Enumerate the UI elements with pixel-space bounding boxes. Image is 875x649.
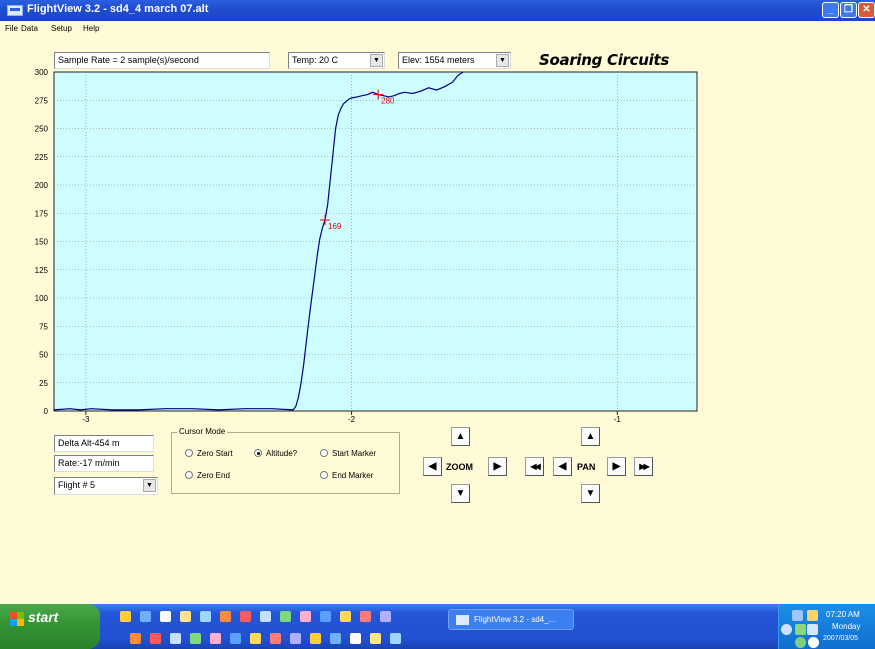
quick-launch-icon[interactable] [250, 633, 261, 644]
radio-dot-icon [185, 449, 193, 457]
quick-launch-icon[interactable] [160, 611, 171, 622]
quick-launch-icon[interactable] [390, 633, 401, 644]
quick-launch-icon[interactable] [150, 633, 161, 644]
rate-field: Rate:-17 m/min [54, 455, 154, 472]
quick-launch-icon[interactable] [370, 633, 381, 644]
quick-launch-icon[interactable] [170, 633, 181, 644]
x-tick-label: -3 [82, 415, 90, 424]
quick-launch-icon[interactable] [140, 611, 151, 622]
windows-logo-icon [10, 612, 24, 626]
y-tick-label: 100 [35, 294, 49, 303]
quick-launch-icon[interactable] [350, 633, 361, 644]
end-marker-label: End Marker [332, 471, 374, 480]
pan-left-button[interactable]: ◀ [553, 457, 572, 476]
y-tick-label: 275 [35, 96, 49, 105]
quick-launch-icon[interactable] [130, 633, 141, 644]
update-icon[interactable] [795, 637, 806, 648]
altitude-label: Altitude? [266, 449, 298, 458]
y-tick-label: 75 [39, 322, 48, 331]
radio-end-marker[interactable]: End Marker [320, 471, 373, 480]
radio-dot-icon [185, 471, 193, 479]
system-tray: 07:20 AM Monday 2007/03/05 [778, 604, 875, 649]
quick-launch-icon[interactable] [330, 633, 341, 644]
pan-up-button[interactable]: ▲ [581, 427, 600, 446]
x-tick-label: -2 [348, 415, 356, 424]
delta-alt-field: Delta Alt-454 m [54, 435, 154, 452]
quick-launch-icon[interactable] [180, 611, 191, 622]
clock-time[interactable]: 07:20 AM [826, 610, 860, 619]
cursor-mode-group: Cursor Mode Zero Start Altitude? Start M… [171, 427, 400, 494]
zoom-left-button[interactable]: ◀ [423, 457, 442, 476]
security-icon[interactable] [795, 624, 806, 635]
y-tick-label: 50 [39, 351, 48, 360]
cursor-mode-title: Cursor Mode [177, 427, 228, 436]
taskbar: start FlightView 3.2 - sd4_... 07:20 AM … [0, 604, 875, 649]
y-tick-label: 300 [35, 68, 49, 77]
zoom-label: ZOOM [446, 462, 473, 472]
y-tick-label: 200 [35, 181, 49, 190]
y-tick-label: 25 [39, 379, 48, 388]
monitor-icon[interactable] [807, 624, 818, 635]
quick-launch-icon[interactable] [280, 611, 291, 622]
quick-launch-icon[interactable] [260, 611, 271, 622]
radio-altitude[interactable]: Altitude? [254, 449, 297, 458]
quick-launch-icon[interactable] [190, 633, 201, 644]
pan-fast-right-button[interactable]: ▶▶ [634, 457, 653, 476]
y-tick-label: 150 [35, 238, 49, 247]
expand-tray-icon[interactable] [781, 624, 792, 635]
pan-down-button[interactable]: ▼ [581, 484, 600, 503]
radio-dot-icon [320, 471, 328, 479]
messenger-icon[interactable] [808, 637, 819, 648]
quick-launch-icon[interactable] [380, 611, 391, 622]
quick-launch-icon[interactable] [320, 611, 331, 622]
zero-start-label: Zero Start [197, 449, 233, 458]
taskbar-item-label: FlightView 3.2 - sd4_... [474, 615, 556, 624]
pan-label: PAN [577, 462, 596, 472]
folder-icon[interactable] [807, 610, 818, 621]
network-icon[interactable] [792, 610, 803, 621]
y-tick-label: 0 [44, 407, 49, 416]
app-icon [456, 615, 469, 625]
y-tick-label: 125 [35, 266, 49, 275]
flight-select[interactable]: Flight # 5 ▼ [54, 477, 158, 495]
radio-dot-icon [320, 449, 328, 457]
chevron-down-icon[interactable]: ▼ [143, 479, 156, 492]
radio-dot-selected-icon [254, 449, 262, 457]
quick-launch-icon[interactable] [270, 633, 281, 644]
quick-launch-icon[interactable] [310, 633, 321, 644]
flight-value: Flight # 5 [58, 480, 96, 490]
clock-day: Monday [832, 622, 861, 631]
zoom-in-button[interactable]: ▲ [451, 427, 470, 446]
quick-launch-icon[interactable] [290, 633, 301, 644]
quick-launch-icon[interactable] [210, 633, 221, 644]
altitude-chart[interactable]: 0 25 50 75 100 125 150 175 200 225 250 275 300 -3 -2 -1… [0, 0, 875, 649]
x-tick-label: -1 [614, 415, 622, 424]
y-tick-label: 250 [35, 125, 49, 134]
start-label: start [28, 609, 59, 625]
pan-fast-left-button[interactable]: ◀◀ [525, 457, 544, 476]
y-tick-label: 175 [35, 209, 49, 218]
pan-right-button[interactable]: ▶ [607, 457, 626, 476]
radio-start-marker[interactable]: Start Marker [320, 449, 376, 458]
quick-launch-icon[interactable] [340, 611, 351, 622]
quick-launch-icon[interactable] [230, 633, 241, 644]
radio-zero-start[interactable]: Zero Start [185, 449, 233, 458]
zoom-out-button[interactable]: ▼ [451, 484, 470, 503]
start-button[interactable]: start [0, 604, 100, 649]
zero-end-label: Zero End [197, 471, 230, 480]
quick-launch-icon[interactable] [120, 611, 131, 622]
taskbar-item-flightview[interactable]: FlightView 3.2 - sd4_... [448, 609, 574, 630]
quick-launch-icon[interactable] [200, 611, 211, 622]
quick-launch-icon[interactable] [360, 611, 371, 622]
radio-zero-end[interactable]: Zero End [185, 471, 230, 480]
start-marker-label: Start Marker [332, 449, 377, 458]
quick-launch-icon[interactable] [220, 611, 231, 622]
quick-launch-icon[interactable] [300, 611, 311, 622]
marker-label: 280 [381, 97, 395, 106]
quick-launch-icon[interactable] [240, 611, 251, 622]
clock-date: 2007/03/05 [823, 635, 859, 642]
zoom-right-button[interactable]: ▶ [488, 457, 507, 476]
marker-label: 169 [328, 222, 342, 231]
y-tick-label: 225 [35, 153, 49, 162]
